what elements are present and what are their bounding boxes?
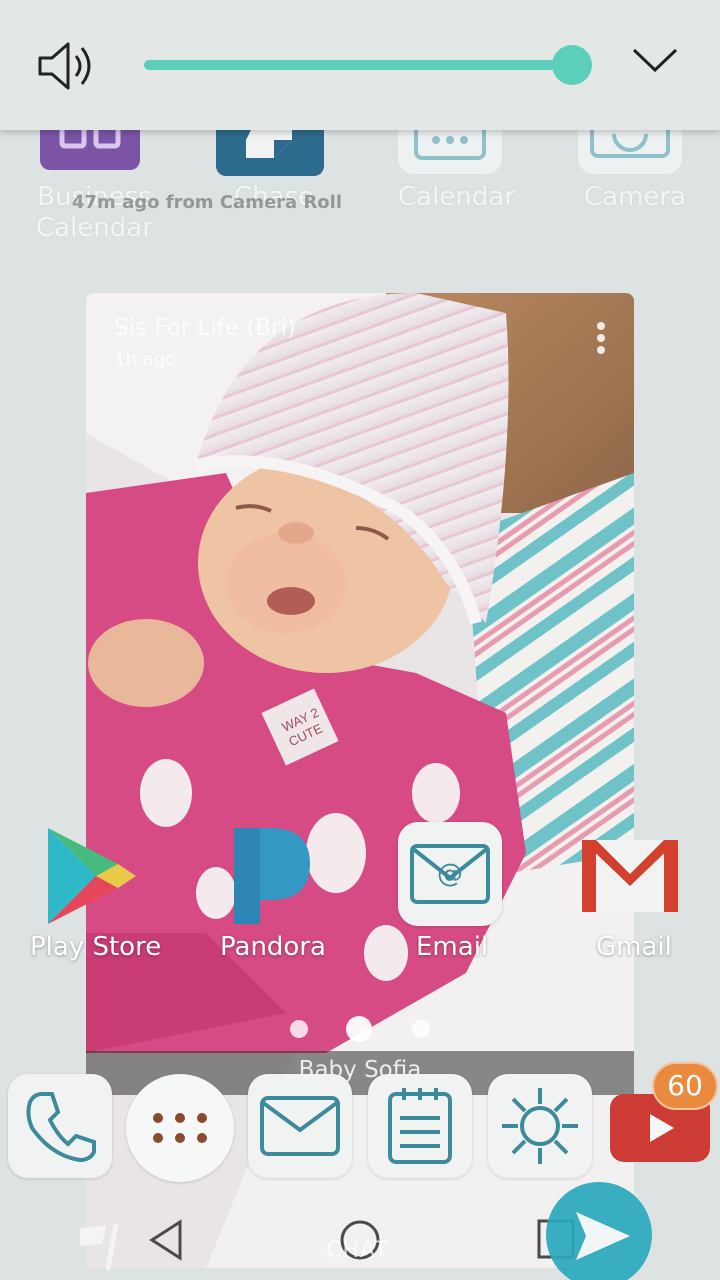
app-drawer-button[interactable] — [126, 1074, 234, 1182]
volume-slider-fill — [144, 60, 572, 70]
email-label: Email — [416, 932, 489, 962]
page-dot-3[interactable] — [412, 1020, 430, 1038]
svg-text:@: @ — [437, 859, 463, 889]
gmail-icon — [582, 840, 678, 912]
app-gmail[interactable]: Gmail — [578, 830, 682, 970]
app-drawer-icon — [153, 1113, 207, 1143]
flag-icon[interactable] — [76, 1222, 120, 1272]
phone-icon — [26, 1092, 96, 1163]
volume-panel — [0, 0, 720, 130]
chat-label: CHAT — [326, 1238, 389, 1263]
phone-button[interactable] — [8, 1074, 112, 1178]
play-store-label: Play Store — [30, 932, 162, 962]
app-email[interactable]: @ Email — [398, 822, 504, 972]
volume-slider-thumb[interactable] — [552, 45, 592, 85]
page-dot-1[interactable] — [290, 1020, 308, 1038]
chevron-down-icon[interactable] — [628, 40, 682, 80]
notes-button[interactable] — [368, 1074, 472, 1178]
speaker-icon[interactable] — [36, 38, 96, 94]
envelope-icon — [260, 1096, 340, 1156]
email-icon: @ — [398, 822, 502, 926]
youtube-notification-badge: 60 — [652, 1062, 718, 1110]
send-button[interactable] — [546, 1182, 652, 1280]
card-title: Sis For Life (Bri) — [114, 315, 296, 341]
play-store-icon — [48, 828, 136, 924]
app-pandora[interactable]: Pandora — [210, 820, 336, 970]
more-options-icon[interactable] — [594, 321, 608, 355]
volume-slider[interactable] — [144, 45, 592, 85]
app-play-store[interactable]: Play Store — [30, 820, 161, 970]
sun-settings-icon — [502, 1088, 578, 1164]
messages-button[interactable] — [248, 1074, 352, 1178]
page-dot-2-active[interactable] — [346, 1016, 372, 1042]
camera-label: Camera — [584, 182, 687, 212]
settings-button[interactable] — [488, 1074, 592, 1178]
calendar-label: Calendar — [398, 182, 515, 212]
notepad-icon — [388, 1088, 452, 1164]
back-icon[interactable] — [146, 1218, 186, 1262]
send-icon — [576, 1212, 630, 1260]
gmail-label: Gmail — [596, 932, 672, 962]
card-timestamp: 1h ago — [114, 349, 177, 370]
pandora-label: Pandora — [220, 932, 326, 962]
pandora-icon — [234, 828, 310, 924]
notification-ghost-text: 47m ago from Camera Roll — [72, 192, 343, 213]
